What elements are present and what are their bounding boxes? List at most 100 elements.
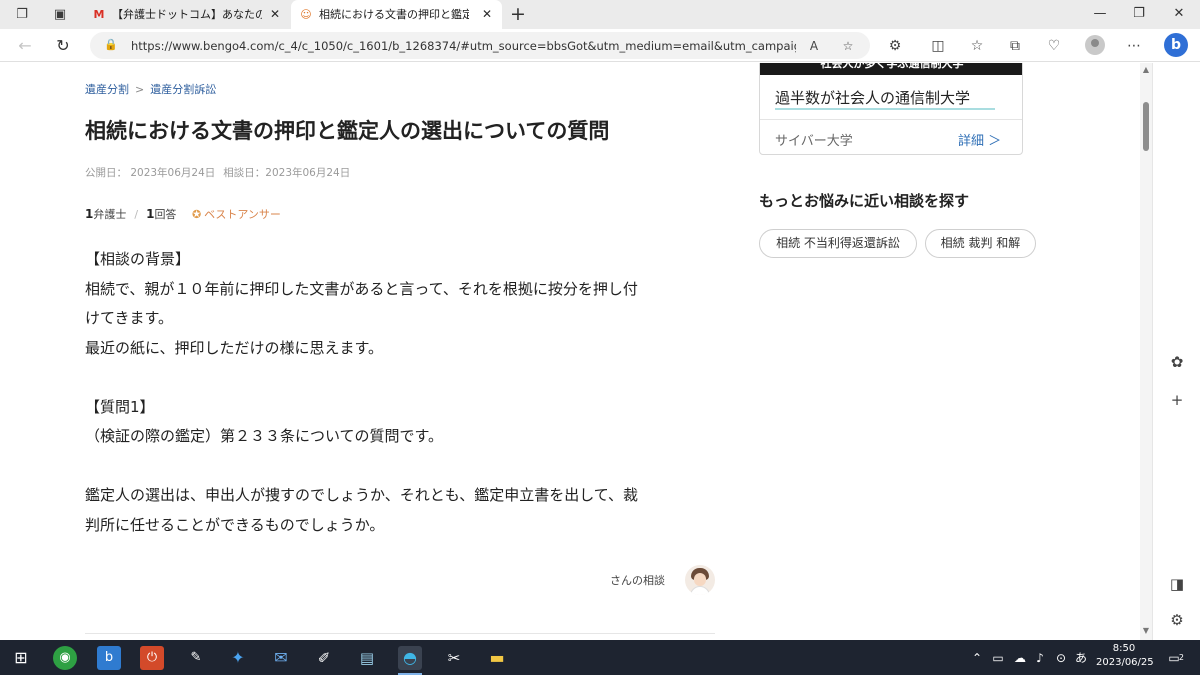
browser-essentials-icon[interactable]: ♡ bbox=[1044, 36, 1064, 56]
tab-strip: ❐ ▣ M 【弁護士ドットコム】あなたの法律相談に... ✕ ☺ 相続における文… bbox=[0, 0, 1200, 29]
bing-copilot-icon[interactable]: b bbox=[1164, 33, 1188, 57]
page-title: 相続における文書の押印と鑑定人の選出についての質問 bbox=[85, 119, 610, 143]
ad-card[interactable]: 社会人が多く学ぶ通信制大学 過半数が社会人の通信制大学 サイバー大学 詳細 ＞ bbox=[759, 63, 1023, 155]
asker-avatar bbox=[685, 565, 715, 595]
minimize-button[interactable]: — bbox=[1082, 3, 1118, 25]
notification-count: 2 bbox=[1178, 653, 1184, 662]
ime-indicator[interactable]: あ bbox=[1073, 649, 1089, 667]
asker-label: さんの相談 bbox=[610, 574, 665, 587]
favorites-icon[interactable]: ☆ bbox=[967, 36, 987, 56]
related-heading: もっとお悩みに近い相談を探す bbox=[759, 192, 970, 210]
url-text[interactable]: https://www.bengo4.com/c_4/c_1050/c_1601… bbox=[131, 39, 796, 53]
section-divider bbox=[85, 633, 715, 634]
cloud-icon[interactable]: ☁ bbox=[1012, 649, 1028, 667]
close-tab-icon[interactable]: ✕ bbox=[480, 7, 494, 21]
body-line: 【相談の背景】 bbox=[85, 250, 191, 268]
related-tag[interactable]: 相続 裁判 和解 bbox=[925, 229, 1036, 258]
ad-headline-underline bbox=[775, 108, 995, 110]
breadcrumb-link[interactable]: 遺産分割訴訟 bbox=[150, 81, 216, 97]
pin-tool-icon[interactable]: ✎ bbox=[184, 646, 208, 670]
bengo-b-icon[interactable]: b bbox=[97, 646, 121, 670]
tab-actions-icon[interactable]: ▣ bbox=[50, 5, 70, 25]
tab-label: 相続における文書の押印と鑑定人の選... bbox=[319, 8, 469, 21]
body-line: 判所に任せることができるものでしょうか。 bbox=[85, 515, 385, 534]
battery-icon[interactable]: ▭ bbox=[990, 649, 1006, 667]
browser-toolbar: ← ↻ 🔒 https://www.bengo4.com/c_4/c_1050/… bbox=[0, 29, 1200, 62]
notification-center-icon[interactable]: ▭ 2 bbox=[1163, 648, 1185, 668]
back-button[interactable]: ← bbox=[14, 35, 36, 57]
best-answer-badge: ✪ ベストアンサー bbox=[192, 208, 281, 221]
consultation-date: 相談日：2023年06月24日 bbox=[223, 167, 351, 179]
ad-headline[interactable]: 過半数が社会人の通信制大学 bbox=[775, 87, 970, 108]
sidebar-app-icon[interactable]: ✿ bbox=[1166, 351, 1188, 373]
windows-taskbar: ⊞ ◉ b ⏻ ✎ ✦ ✉ ✐ ▤ ◓ ✂ ▬ ⌃ ▭ ☁ ♪ ⊙ あ 8:50… bbox=[0, 640, 1200, 675]
best-answer-label: ベストアンサー bbox=[204, 208, 281, 221]
related-tag[interactable]: 相続 不当利得返還訴訟 bbox=[759, 229, 917, 258]
close-window-button[interactable]: ✕ bbox=[1161, 3, 1197, 25]
edge-browser-icon[interactable]: ◓ bbox=[398, 646, 422, 670]
gmail-icon: M bbox=[93, 8, 105, 21]
split-screen-icon[interactable]: ◫ bbox=[928, 36, 948, 56]
page-viewport: 遺産分割 > 遺産分割訴訟 相続における文書の押印と鑑定人の選出についての質問 公開… bbox=[0, 63, 1140, 640]
question-body: 【相談の背景】 相続で、親が１０年前に押印した文書があると言って、それを根拠に按… bbox=[85, 245, 715, 540]
scrollbar-thumb[interactable] bbox=[1143, 102, 1149, 151]
favorite-star-icon[interactable]: ☆ bbox=[840, 38, 856, 54]
tab-label: 【弁護士ドットコム】あなたの法律相談に... bbox=[112, 8, 262, 21]
breadcrumb-link[interactable]: 遺産分割 bbox=[85, 81, 129, 97]
bengo4-favicon-icon: ☺ bbox=[300, 8, 312, 21]
paint-icon[interactable]: ✐ bbox=[312, 646, 336, 670]
ad-source: サイバー大学 bbox=[775, 134, 853, 149]
profile-avatar[interactable] bbox=[1085, 35, 1105, 55]
clock-date: 2023/06/25 bbox=[1096, 657, 1154, 668]
body-line bbox=[85, 363, 715, 393]
body-line: （検証の際の鑑定）第２３３条についての質問です。 bbox=[85, 427, 444, 445]
maximize-button[interactable]: ❐ bbox=[1121, 3, 1157, 25]
medal-icon: ✪ bbox=[191, 208, 202, 221]
scroll-down-icon[interactable]: ▼ bbox=[1141, 626, 1151, 636]
notepad-icon[interactable]: ▤ bbox=[355, 646, 379, 670]
tab-gmail[interactable]: M 【弁護士ドットコム】あなたの法律相談に... ✕ bbox=[84, 0, 290, 29]
collections-icon[interactable]: ⧉ bbox=[1005, 36, 1025, 56]
hide-sidebar-icon[interactable]: ◨ bbox=[1166, 573, 1188, 595]
evernote-icon[interactable]: ◉ bbox=[53, 646, 77, 670]
body-line bbox=[85, 452, 715, 482]
dropbox-icon[interactable]: ✦ bbox=[226, 646, 250, 670]
power-app-icon[interactable]: ⏻ bbox=[140, 646, 164, 670]
mail-icon[interactable]: ✉ bbox=[269, 646, 293, 670]
taskbar-clock[interactable]: 8:50 2023/06/25 bbox=[1096, 642, 1154, 674]
tray-expand-icon[interactable]: ⌃ bbox=[970, 649, 984, 667]
workspaces-icon[interactable]: ❐ bbox=[12, 5, 32, 25]
refresh-button[interactable]: ↻ bbox=[52, 35, 74, 57]
sidebar-settings-icon[interactable]: ⚙ bbox=[1166, 609, 1188, 631]
page-scrollbar[interactable]: ▲ ▼ bbox=[1140, 63, 1152, 640]
windows-start-icon[interactable]: ⊞ bbox=[9, 646, 33, 670]
breadcrumb-separator: > bbox=[135, 83, 145, 96]
answer-stats: 1弁護士/1回答 ✪ ベストアンサー bbox=[85, 206, 281, 222]
add-sidebar-app-icon[interactable]: + bbox=[1166, 389, 1188, 411]
read-aloud-icon[interactable]: A bbox=[806, 38, 822, 54]
post-dates: 公開日： 2023年06月24日 相談日：2023年06月24日 bbox=[85, 165, 358, 180]
body-line: 【質問1】 bbox=[85, 397, 155, 416]
settings-more-icon[interactable]: ⋯ bbox=[1124, 36, 1144, 56]
ad-divider bbox=[760, 119, 1022, 120]
tab-bengo4[interactable]: ☺ 相続における文書の押印と鑑定人の選... ✕ bbox=[291, 0, 502, 29]
breadcrumb: 遺産分割 > 遺産分割訴訟 bbox=[85, 81, 216, 97]
body-line: 最近の紙に、押印しただけの様に思えます。 bbox=[85, 338, 384, 357]
answer-label: 回答 bbox=[154, 208, 177, 221]
file-explorer-icon[interactable]: ▬ bbox=[485, 646, 509, 670]
scroll-up-icon[interactable]: ▲ bbox=[1141, 65, 1151, 75]
browser-window: ❐ ▣ M 【弁護士ドットコム】あなたの法律相談に... ✕ ☺ 相続における文… bbox=[0, 0, 1200, 675]
close-tab-icon[interactable]: ✕ bbox=[268, 7, 282, 21]
extensions-icon[interactable]: ⚙ bbox=[885, 36, 905, 56]
ad-more-link[interactable]: 詳細 ＞ bbox=[958, 130, 1001, 149]
snipping-tool-icon[interactable]: ✂ bbox=[442, 646, 466, 670]
lock-icon[interactable]: 🔒 bbox=[104, 38, 118, 52]
body-line: 相続で、親が１０年前に押印した文書があると言って、それを根拠に按分を押し付 bbox=[85, 279, 638, 298]
body-line: けてきます。 bbox=[85, 309, 174, 327]
stats-separator: / bbox=[134, 208, 139, 221]
address-bar[interactable]: 🔒 https://www.bengo4.com/c_4/c_1050/c_16… bbox=[90, 32, 870, 59]
volume-icon[interactable]: ♪ bbox=[1032, 649, 1048, 667]
power-status-icon[interactable]: ⊙ bbox=[1053, 649, 1069, 667]
new-tab-button[interactable]: + bbox=[507, 3, 529, 25]
clock-time: 8:50 bbox=[1112, 643, 1136, 654]
